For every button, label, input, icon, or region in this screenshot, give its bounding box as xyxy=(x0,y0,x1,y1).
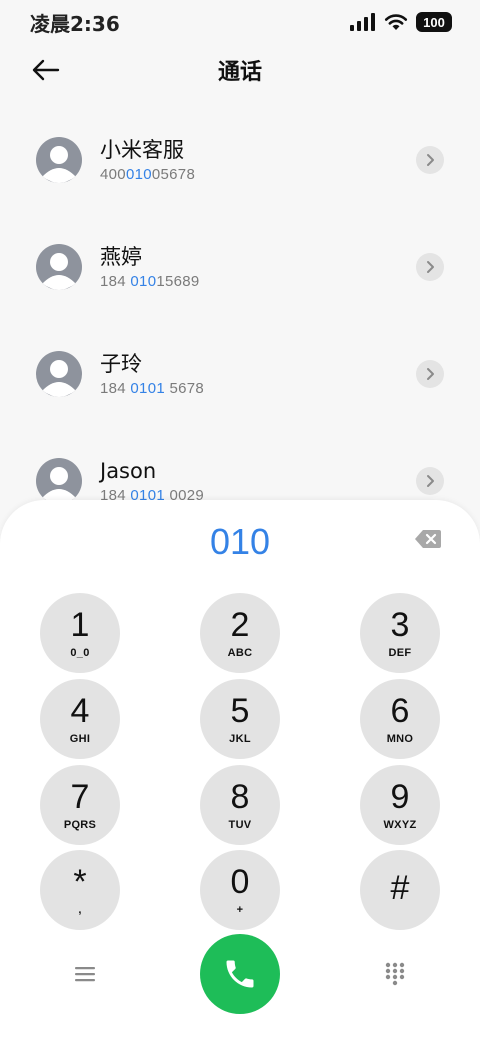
contact-item[interactable]: 子玲 184 0101 5678 xyxy=(0,320,480,427)
contact-name: Jason xyxy=(100,459,157,483)
status-time: 凌晨2:36 xyxy=(30,11,120,36)
contact-number: 40001005678 xyxy=(100,166,196,183)
contact-details-button[interactable] xyxy=(416,359,444,388)
dialer-panel: 010 1 0_0 2 ABC 3 DEF 4 GHI 5 JKL 6 MNO … xyxy=(0,500,480,1040)
chevron-right-icon xyxy=(427,260,434,273)
backspace-icon xyxy=(415,530,441,548)
menu-button[interactable] xyxy=(65,954,105,994)
contact-details-button[interactable] xyxy=(416,252,444,281)
call-button[interactable] xyxy=(200,934,280,1014)
chevron-right-icon xyxy=(427,367,434,380)
key-8[interactable]: 8 TUV xyxy=(200,765,280,845)
key-2[interactable]: 2 ABC xyxy=(200,593,280,673)
person-icon xyxy=(42,145,76,183)
keypad-toggle-button[interactable] xyxy=(375,954,415,994)
contact-name: 燕婷 xyxy=(100,245,142,269)
key-0[interactable]: 0 + xyxy=(200,850,280,930)
battery-indicator: 100 xyxy=(416,12,452,32)
dialed-number: 010 xyxy=(209,521,271,562)
wifi-icon xyxy=(384,14,408,30)
status-bar: 凌晨2:36 100 xyxy=(0,0,480,44)
contact-list: 小米客服 40001005678 燕婷 184 01015689 子玲 184 … xyxy=(0,106,480,534)
key-7[interactable]: 7 PQRS xyxy=(40,765,120,845)
person-icon xyxy=(42,466,76,504)
key-3[interactable]: 3 DEF xyxy=(360,593,440,673)
key-hash[interactable]: # xyxy=(360,850,440,930)
status-icons: 100 xyxy=(350,12,452,32)
back-button[interactable] xyxy=(28,56,64,84)
key-5[interactable]: 5 JKL xyxy=(200,679,280,759)
avatar xyxy=(36,243,82,290)
contact-item[interactable]: 燕婷 184 01015689 xyxy=(0,213,480,320)
contact-number: 184 01015689 xyxy=(100,273,200,290)
key-star[interactable]: * , xyxy=(40,850,120,930)
key-9[interactable]: 9 WXYZ xyxy=(360,765,440,845)
person-icon xyxy=(42,252,76,290)
chevron-right-icon xyxy=(427,153,434,166)
person-icon xyxy=(42,359,76,397)
contact-details-button[interactable] xyxy=(416,466,444,495)
backspace-button[interactable] xyxy=(414,528,442,550)
avatar xyxy=(36,457,82,504)
key-4[interactable]: 4 GHI xyxy=(40,679,120,759)
avatar xyxy=(36,136,82,183)
contact-item[interactable]: 小米客服 40001005678 xyxy=(0,106,480,213)
key-1[interactable]: 1 0_0 xyxy=(40,593,120,673)
header: 通话 xyxy=(0,48,480,92)
menu-icon xyxy=(75,967,95,982)
signal-icon xyxy=(350,13,375,31)
contact-number: 184 0101 5678 xyxy=(100,380,205,397)
chevron-right-icon xyxy=(427,474,434,487)
avatar xyxy=(36,350,82,397)
contact-name: 小米客服 xyxy=(100,138,184,162)
keypad-grid-icon xyxy=(385,962,405,986)
page-title: 通话 xyxy=(217,60,262,85)
contact-details-button[interactable] xyxy=(416,145,444,174)
phone-icon xyxy=(226,960,254,988)
arrow-left-icon xyxy=(32,59,60,81)
key-6[interactable]: 6 MNO xyxy=(360,679,440,759)
contact-name: 子玲 xyxy=(100,352,142,376)
